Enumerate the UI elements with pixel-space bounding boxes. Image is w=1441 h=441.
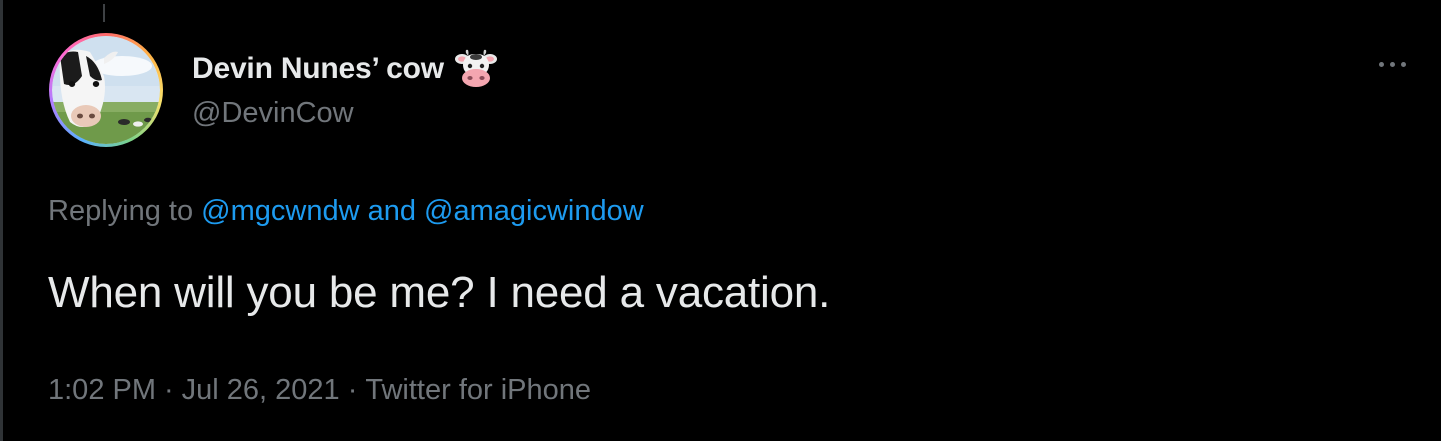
cow-face-icon [454, 49, 497, 87]
tweet-body-text: When will you be me? I need a vacation. [48, 268, 831, 317]
more-horizontal-icon[interactable] [1370, 54, 1414, 74]
thread-connector-line [103, 4, 105, 22]
tweet-date[interactable]: Jul 26, 2021 [182, 374, 340, 406]
mention-link-amagicwindow[interactable]: @amagicwindow [424, 195, 644, 227]
mention-conjunction: and [367, 195, 416, 227]
replying-to-line: Replying to @mgcwndw and @amagicwindow [48, 195, 644, 228]
meta-separator: · [164, 374, 174, 406]
user-handle[interactable]: @DevinCow [192, 97, 354, 130]
tweet-time[interactable]: 1:02 PM [48, 374, 156, 406]
more-dot [1400, 61, 1406, 67]
user-name-row[interactable]: Devin Nunes’ cow [192, 49, 498, 89]
left-border [0, 0, 3, 441]
meta-separator: · [347, 374, 358, 406]
tweet-source[interactable]: Twitter for iPhone [365, 374, 591, 406]
avatar[interactable] [49, 33, 163, 147]
more-dot [1389, 61, 1395, 67]
replying-to-prefix: Replying to [48, 195, 194, 227]
more-dot [1378, 61, 1384, 67]
display-name[interactable]: Devin Nunes’ cow [192, 52, 444, 86]
tweet-card[interactable]: Devin Nunes’ cow @DevinCow Replying to @… [0, 0, 1441, 441]
avatar-cow-photo-icon [52, 36, 160, 144]
tweet-metadata: 1:02 PM · Jul 26, 2021 · Twitter for iPhone [48, 374, 591, 407]
mention-link-mgcwndw[interactable]: @mgcwndw [201, 195, 359, 227]
